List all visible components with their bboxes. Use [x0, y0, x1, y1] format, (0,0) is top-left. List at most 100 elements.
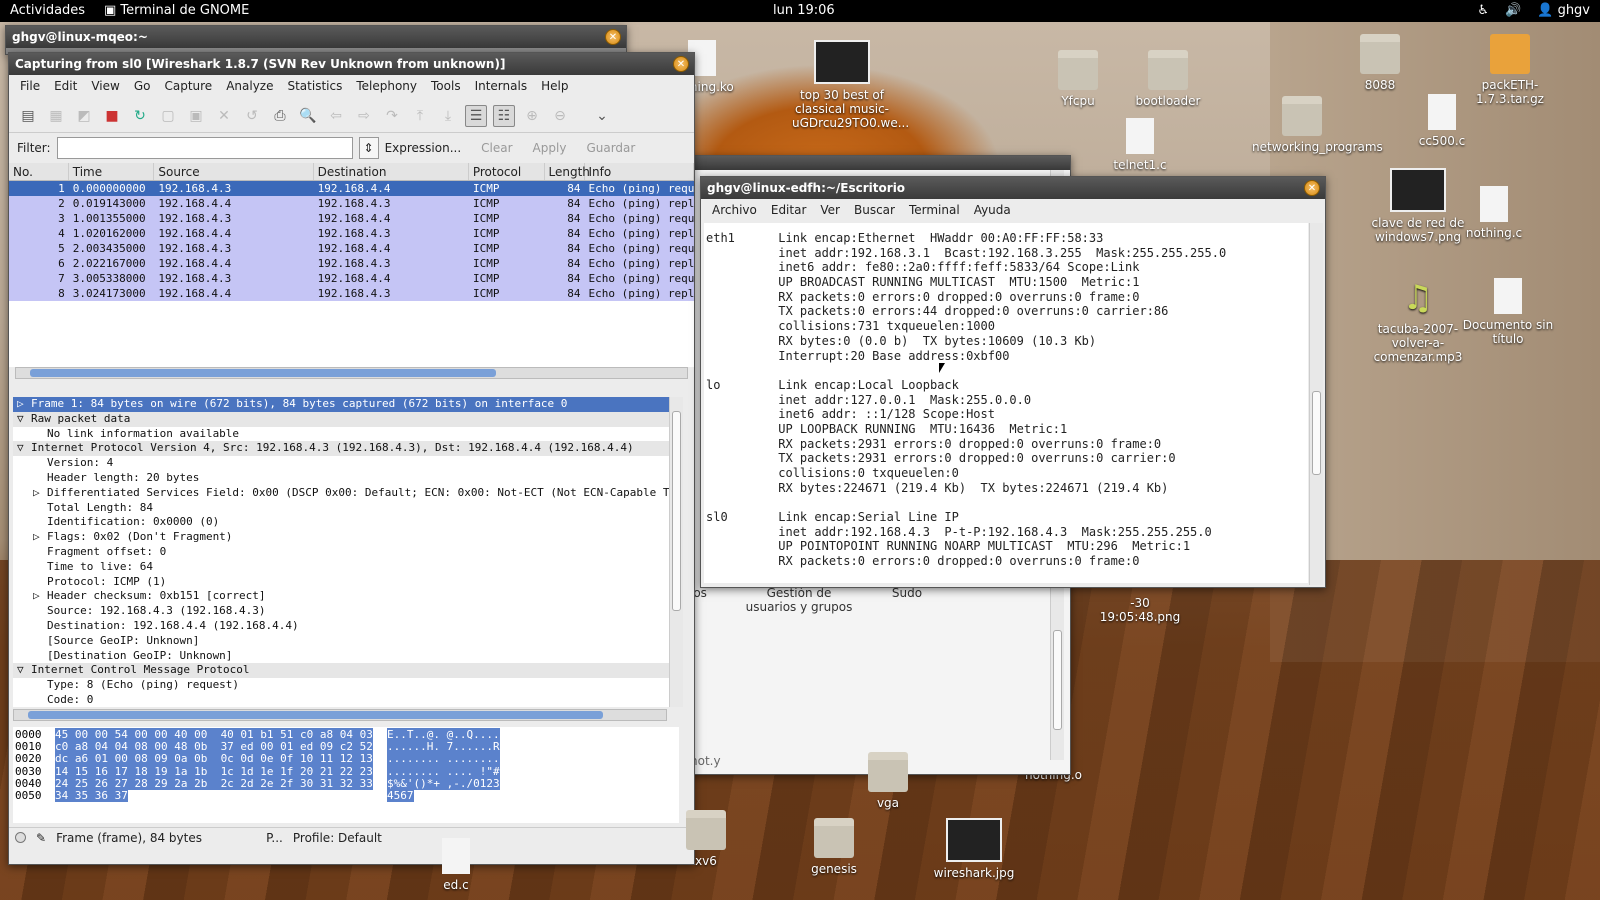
- filter-input[interactable]: [56, 137, 353, 159]
- expander-icon[interactable]: ▷: [17, 397, 31, 412]
- fm-item-users-groups[interactable]: Gestión de usuarios y grupos: [744, 586, 854, 614]
- wireshark-menu-item[interactable]: Capture: [157, 79, 219, 95]
- detail-tree-item[interactable]: [Source GeoIP: Unknown]: [13, 634, 669, 649]
- packet-row[interactable]: 8 3.024173000 192.168.4.4 192.168.4.3 ICMP 84…: [9, 286, 694, 301]
- packet-row[interactable]: 7 3.005338000 192.168.4.3 192.168.4.4 ICMP 84…: [9, 271, 694, 286]
- desktop-icon[interactable]: wireshark.jpg: [924, 818, 1024, 880]
- detail-tree-item[interactable]: [Destination GeoIP: Unknown]: [13, 649, 669, 664]
- wireshark-menu-item[interactable]: Go: [127, 79, 158, 95]
- detail-tree-item[interactable]: Header length: 20 bytes: [13, 471, 669, 486]
- user-menu[interactable]: 👤 ghgv: [1537, 3, 1590, 18]
- expander-icon[interactable]: ▷: [33, 486, 47, 501]
- detail-tree-item[interactable]: ▽ Internet Protocol Version 4, Src: 192.1…: [13, 441, 669, 457]
- detail-tree-item[interactable]: Protocol: ICMP (1): [13, 575, 669, 590]
- wireshark-menu-item[interactable]: File: [13, 79, 47, 95]
- expander-icon[interactable]: ▷: [33, 589, 47, 604]
- colorize-icon[interactable]: ☰: [465, 104, 487, 127]
- column-header[interactable]: Protocol: [469, 163, 545, 180]
- desktop-icon[interactable]: ed.c: [406, 838, 506, 892]
- column-header[interactable]: Source: [154, 163, 314, 180]
- start-capture-icon[interactable]: ◩: [73, 105, 95, 127]
- hex-bytes[interactable]: dc a6 01 00 08 09 0a 0b 0c 0d 0e 0f 10 1…: [55, 752, 373, 766]
- column-header[interactable]: Info: [585, 163, 694, 180]
- detail-tree-item[interactable]: Identification: 0x0000 (0): [13, 515, 669, 530]
- hex-bytes[interactable]: 45 00 00 54 00 00 40 00 40 01 b1 51 c0 a…: [55, 728, 373, 741]
- desktop-icon[interactable]: Yfcpu: [1028, 50, 1128, 108]
- desktop-icon-label[interactable]: -30 19:05:48.png: [1090, 596, 1190, 624]
- terminal-titlebar[interactable]: ghgv@linux-edfh:~/Escritorio ✕: [701, 177, 1325, 199]
- detail-tree-item[interactable]: Source: 192.168.4.3 (192.168.4.3): [13, 604, 669, 619]
- expander-icon[interactable]: ▽: [17, 441, 31, 456]
- packet-row[interactable]: 6 2.022167000 192.168.4.4 192.168.4.3 ICMP 84…: [9, 256, 694, 271]
- autoscroll-icon[interactable]: ☷: [493, 104, 515, 127]
- terminal-menu-item[interactable]: Ver: [813, 203, 847, 219]
- desktop-icon[interactable]: 8088: [1330, 34, 1430, 92]
- desktop-icon[interactable]: nothing.c: [1444, 186, 1544, 240]
- detail-tree-item[interactable]: No link information available: [13, 427, 669, 442]
- hex-ascii[interactable]: ......H. 7......R: [387, 740, 500, 754]
- terminal-menu-item[interactable]: Buscar: [847, 203, 902, 219]
- desktop-icon[interactable]: telnet1.c: [1090, 118, 1190, 172]
- desktop-icon[interactable]: bootloader: [1118, 50, 1218, 108]
- detail-tree-item[interactable]: Destination: 192.168.4.4 (192.168.4.4): [13, 619, 669, 634]
- detail-tree-item[interactable]: Fragment offset: 0: [13, 545, 669, 560]
- capture-comment-icon[interactable]: ✎: [36, 831, 46, 845]
- last-packet-icon[interactable]: ⤓: [437, 105, 459, 127]
- packet-list-hscroll[interactable]: [15, 367, 688, 379]
- interfaces-icon[interactable]: ▤: [17, 105, 39, 127]
- hex-ascii[interactable]: ........ ........: [387, 752, 500, 766]
- activities-button[interactable]: Actividades: [10, 3, 85, 18]
- detail-tree-item[interactable]: Total Length: 84: [13, 501, 669, 516]
- detail-tree-item[interactable]: ▷ Header checksum: 0xb151 [correct]: [13, 589, 669, 604]
- chevron-down-icon[interactable]: ⌄: [591, 105, 613, 127]
- back-icon[interactable]: ⇦: [325, 105, 347, 127]
- save-icon[interactable]: ▣: [185, 105, 207, 127]
- column-header[interactable]: No.: [9, 163, 69, 180]
- volume-icon[interactable]: 🔊: [1505, 3, 1521, 18]
- expression-button[interactable]: Expression...: [385, 141, 462, 155]
- wireshark-menu-item[interactable]: Help: [534, 79, 575, 95]
- detail-tree-item[interactable]: Type: 8 (Echo (ping) request): [13, 678, 669, 693]
- first-packet-icon[interactable]: ⤒: [409, 105, 431, 127]
- background-terminal-titlebar[interactable]: ghgv@linux-mqeo:~ ✕: [6, 26, 626, 48]
- details-hscroll[interactable]: [13, 709, 667, 721]
- packet-row[interactable]: 2 0.019143000 192.168.4.4 192.168.4.3 ICMP 84…: [9, 196, 694, 211]
- close-file-icon[interactable]: ✕: [213, 105, 235, 127]
- filter-history-icon[interactable]: ⇕: [358, 137, 379, 159]
- column-header[interactable]: Length: [545, 163, 590, 180]
- clock[interactable]: lun 19:06: [773, 3, 835, 18]
- expander-icon[interactable]: ▷: [33, 530, 47, 545]
- detail-tree-item[interactable]: ▽ Raw packet data: [13, 411, 669, 427]
- desktop-icon[interactable]: networking_programs: [1252, 96, 1383, 154]
- desktop-icon[interactable]: top 30 best of classical music-uGDrcu29T…: [792, 40, 909, 130]
- hex-bytes[interactable]: 24 25 26 27 28 29 2a 2b 2c 2d 2e 2f 30 3…: [55, 776, 373, 790]
- app-menu[interactable]: ▣ Terminal de GNOME: [104, 3, 249, 18]
- close-icon[interactable]: ✕: [673, 56, 689, 72]
- detail-tree-item[interactable]: Code: 0: [13, 693, 669, 707]
- forward-icon[interactable]: ⇨: [353, 105, 375, 127]
- terminal-menu-item[interactable]: Ayuda: [967, 203, 1018, 219]
- zoom-in-icon[interactable]: ⊕: [521, 105, 543, 127]
- restart-capture-icon[interactable]: ↻: [129, 105, 151, 127]
- zoom-out-icon[interactable]: ⊖: [549, 105, 571, 127]
- goto-icon[interactable]: ↷: [381, 105, 403, 127]
- expander-icon[interactable]: ▽: [17, 412, 31, 427]
- options-icon[interactable]: ▦: [45, 105, 67, 127]
- packet-row[interactable]: 5 2.003435000 192.168.4.3 192.168.4.4 ICMP 84…: [9, 241, 694, 256]
- terminal-menu-item[interactable]: Editar: [764, 203, 814, 219]
- wireshark-menu-item[interactable]: Statistics: [280, 79, 349, 95]
- terminal-menu-item[interactable]: Archivo: [705, 203, 764, 219]
- detail-tree-item[interactable]: Time to live: 64: [13, 560, 669, 575]
- stop-capture-icon[interactable]: ■: [101, 105, 123, 127]
- details-scrollbar[interactable]: [669, 397, 683, 707]
- open-icon[interactable]: ▢: [157, 105, 179, 127]
- column-header[interactable]: Time: [69, 163, 155, 180]
- hex-ascii[interactable]: $%&'()*+ ,-./0123: [387, 776, 500, 790]
- wireshark-menu-item[interactable]: Telephony: [349, 79, 424, 95]
- desktop-icon[interactable]: cc500.c: [1392, 94, 1492, 148]
- terminal-scrollbar[interactable]: [1309, 223, 1323, 585]
- find-icon[interactable]: 🔍: [297, 105, 319, 127]
- close-icon[interactable]: ✕: [1304, 180, 1320, 196]
- desktop-icon[interactable]: genesis: [784, 818, 884, 876]
- detail-tree-item[interactable]: ▷ Flags: 0x02 (Don't Fragment): [13, 530, 669, 545]
